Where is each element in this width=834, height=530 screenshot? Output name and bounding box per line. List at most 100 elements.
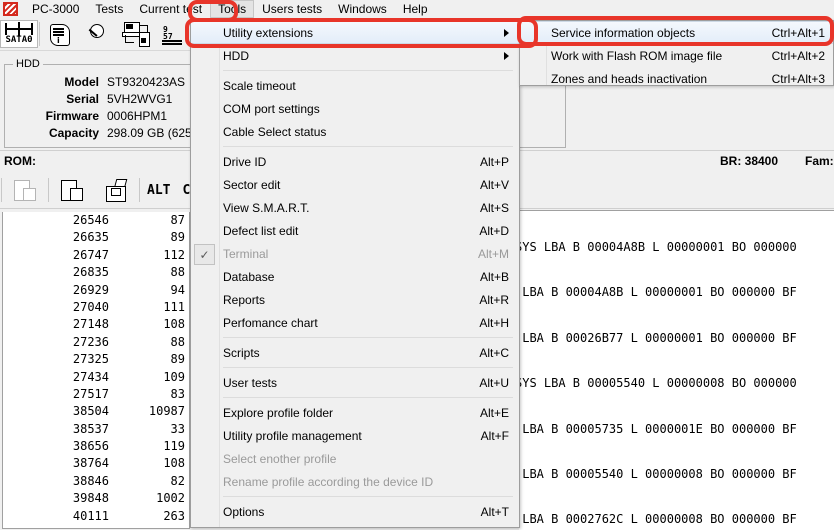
save-profile-button[interactable] [94, 174, 138, 206]
list-item[interactable]: 38504 10987 [3, 403, 189, 420]
list-item[interactable]: 27236 88 [3, 334, 189, 351]
menu-item-label: Work with Flash ROM image file [551, 48, 723, 63]
list-item[interactable]: 27148 108 [3, 316, 189, 333]
sata0-port-button[interactable]: SATA0 [0, 20, 38, 48]
menu-item-hdd[interactable]: HDD [191, 44, 519, 67]
toolbar-separator [39, 22, 40, 46]
list-item[interactable]: 26929 94 [3, 282, 189, 299]
menu-item-reports[interactable]: Reports Alt+R [191, 288, 519, 311]
list-item[interactable]: 26635 89 [3, 229, 189, 246]
list-item[interactable]: 26546 87 [3, 212, 189, 229]
list-item[interactable]: 40111 263 [3, 508, 189, 525]
menubar-item-windows[interactable]: Windows [330, 0, 395, 18]
log-line: LBA B 0002762C L 00000008 BO 000000 BF [519, 512, 797, 527]
list-item-col1: 27040 [72, 299, 109, 314]
list-item-col2: 89 [170, 230, 185, 245]
menu-item-perfomance-chart[interactable]: Perfomance chart Alt+H [191, 311, 519, 334]
menu-item-label: Scripts [223, 345, 260, 360]
menu-item-defect-list-edit[interactable]: Defect list edit Alt+D [191, 219, 519, 242]
left-data-list[interactable]: 26546 87 26635 89 26747 112 26835 88 26929 94… [2, 212, 190, 529]
log-line: LBA B 00026B77 L 00000001 BO 000000 BF [519, 330, 797, 345]
menubar-item-tests[interactable]: Tests [87, 0, 131, 18]
menu-item-options[interactable]: Options Alt+T [191, 500, 519, 523]
list-item[interactable]: 26747 112 [3, 247, 189, 264]
edit-profile-button[interactable] [50, 174, 94, 206]
utility-extensions-submenu: Service information objects Ctrl+Alt+1 W… [519, 20, 834, 86]
menu-item-database[interactable]: Database Alt+B [191, 265, 519, 288]
menu-item-label: Cable Select status [223, 124, 327, 139]
list-item[interactable]: 27517 83 [3, 386, 189, 403]
list-item-col2: 33 [170, 421, 185, 436]
list-item[interactable]: 38764 108 [3, 455, 189, 472]
menu-item-cable-select-status[interactable]: Cable Select status [191, 120, 519, 143]
drive-id-button[interactable]: i [41, 19, 79, 49]
menu-item-scale-timeout[interactable]: Scale timeout [191, 74, 519, 97]
menubar-item-help[interactable]: Help [395, 0, 436, 18]
menubar-item-current-test[interactable]: Current test [131, 0, 210, 18]
menu-item-label: COM port settings [223, 101, 320, 116]
menu-item-scripts[interactable]: Scripts Alt+C [191, 341, 519, 364]
menu-item-view-smart[interactable]: View S.M.A.R.T. Alt+S [191, 196, 519, 219]
list-item-col2: 87 [170, 213, 185, 227]
list-item-col1: 38764 [72, 456, 109, 471]
list-item-col1: 27517 [72, 386, 109, 401]
menu-item-user-tests[interactable]: User tests Alt+U [191, 371, 519, 394]
submenu-item-zones-and-heads-inactivation[interactable]: Zones and heads inactivation Ctrl+Alt+3 [520, 67, 833, 90]
menu-item-explore-profile-folder[interactable]: Explore profile folder Alt+E [191, 401, 519, 424]
menu-item-com-port-settings[interactable]: COM port settings [191, 97, 519, 120]
toolbar-separator [139, 178, 140, 202]
list-item[interactable]: 38656 119 [3, 438, 189, 455]
baud-rate-label: BR: 38400 [720, 154, 779, 168]
menu-item-terminal: ✓ Terminal Alt+M [191, 242, 519, 265]
menu-item-label: Drive ID [223, 154, 267, 169]
list-item[interactable]: 39848 1002 [3, 490, 189, 507]
toolbar-separator [1, 178, 2, 202]
list-item[interactable]: 26835 88 [3, 264, 189, 281]
menu-separator [223, 496, 513, 497]
page-puzzle-disabled-icon [12, 178, 38, 202]
submenu-item-work-with-flash-rom-image-file[interactable]: Work with Flash ROM image file Ctrl+Alt+… [520, 44, 833, 67]
menu-item-label: Terminal [223, 246, 269, 261]
menubar-item-tools[interactable]: Tools [210, 0, 255, 18]
hdd-field-serial-label: Serial [66, 91, 99, 106]
list-item-col1: 26835 [72, 265, 109, 280]
scroll-info-icon: i [47, 22, 73, 46]
list-item-col1: 27236 [72, 334, 109, 349]
list-item-col1: 26747 [72, 247, 109, 262]
log-line: LBA B 00005735 L 0000001E BO 000000 BF [519, 421, 797, 436]
menubar-item-pc3000[interactable]: PC-3000 [24, 0, 87, 18]
sata-port-icon: SATA0 [2, 21, 36, 47]
list-item[interactable]: 38846 82 [3, 473, 189, 490]
hdd-field-model-value: ST9320423AS [107, 74, 186, 89]
menu-item-rename-profile-according-the-device-id: Rename profile according the device ID [191, 470, 519, 493]
load-profile-button[interactable] [3, 174, 47, 206]
transfer-button[interactable] [117, 19, 155, 49]
menu-item-utility-profile-management[interactable]: Utility profile management Alt+F [191, 424, 519, 447]
list-item-col2: 83 [170, 386, 185, 401]
rom-label: ROM: [4, 154, 36, 168]
family-label: Fam: [805, 154, 834, 168]
smart-button[interactable] [79, 19, 117, 49]
menu-item-utility-extensions[interactable]: Utility extensions [191, 21, 519, 44]
menu-item-label: Scale timeout [223, 78, 296, 93]
list-item[interactable]: 27434 109 [3, 369, 189, 386]
sector-count-button[interactable]: 9 57 [155, 19, 193, 49]
sata-port-label: SATA0 [5, 35, 33, 45]
list-item-col2: 10987 [148, 404, 185, 419]
menu-item-accel: Alt+C [479, 345, 509, 360]
list-item[interactable]: 38537 33 [3, 421, 189, 438]
list-item-col2: 109 [163, 369, 185, 384]
submenu-item-service-information-objects[interactable]: Service information objects Ctrl+Alt+1 [520, 21, 833, 44]
menu-item-sector-edit[interactable]: Sector edit Alt+V [191, 173, 519, 196]
alt-key-label: ALT [147, 182, 171, 198]
menu-item-label: View S.M.A.R.T. [223, 200, 310, 215]
hdd-field-firmware-label: Firmware [45, 108, 99, 123]
log-output-panel[interactable]: SYS LBA B 00004A8B L 00000001 BO 000000 … [519, 210, 834, 530]
list-item[interactable]: 27040 111 [3, 299, 189, 316]
menubar-item-users-tests[interactable]: Users tests [254, 0, 330, 18]
menu-item-drive-id[interactable]: Drive ID Alt+P [191, 150, 519, 173]
list-item[interactable]: 27325 89 [3, 351, 189, 368]
list-item-col2: 111 [163, 299, 185, 314]
list-item-col1: 38537 [72, 421, 109, 436]
list-item-col1: 38504 [72, 404, 109, 419]
